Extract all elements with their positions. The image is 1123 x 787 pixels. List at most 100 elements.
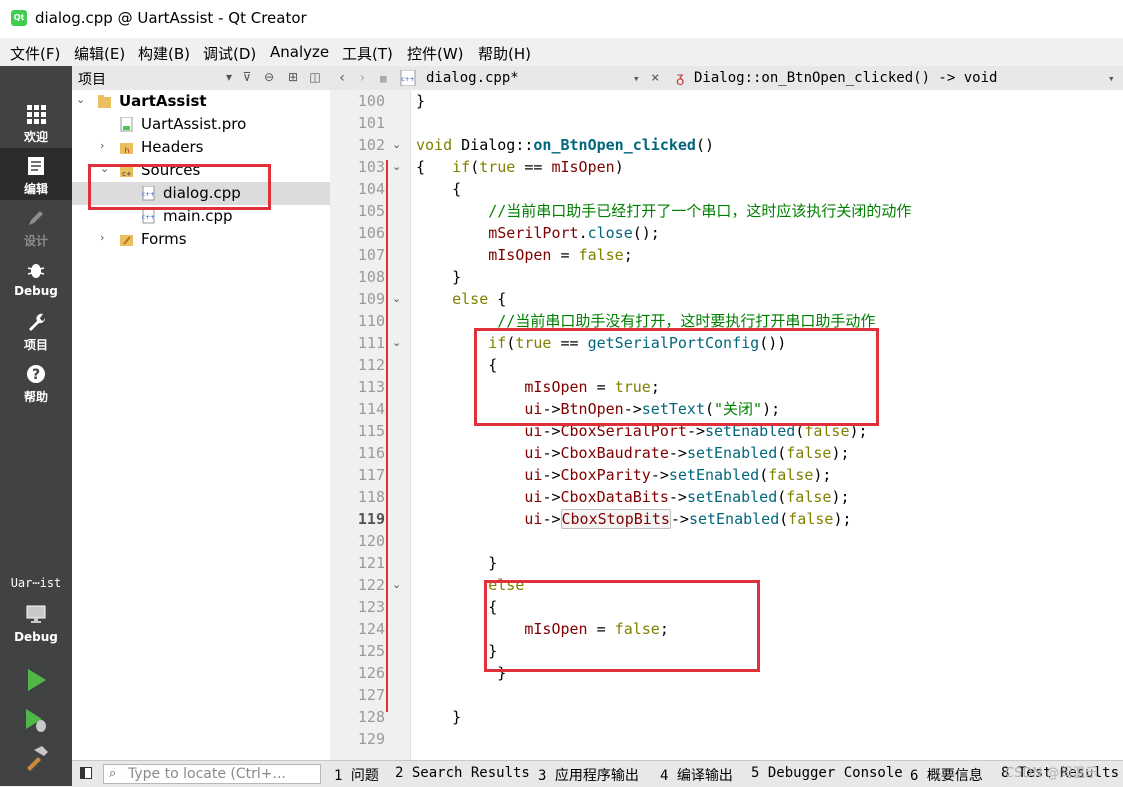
mode-selector: 欢迎 编辑 设计 Debug 项目 ? 帮助 Uar⋯ist Debug xyxy=(0,66,72,786)
run-icon[interactable] xyxy=(22,666,50,694)
menu-edit[interactable]: 编辑(E) xyxy=(74,43,125,64)
mode-label: 设计 xyxy=(23,234,48,248)
code-line: ui->CboxStopBits->setEnabled(false); xyxy=(524,509,852,529)
line-number: 124 xyxy=(357,620,385,638)
menu-controls[interactable]: 控件(W) xyxy=(407,43,464,64)
highlight-box-sources xyxy=(88,164,271,210)
fold-marker-icon[interactable]: ⌄ xyxy=(392,288,401,310)
code-line: mIsOpen = false; xyxy=(488,246,633,264)
mode-help[interactable]: ? 帮助 xyxy=(0,356,72,408)
nav-forward-icon[interactable]: › xyxy=(358,70,366,86)
svg-text:c++: c++ xyxy=(142,214,155,221)
lock-icon: ■ xyxy=(380,72,387,85)
line-number: 118 xyxy=(357,488,385,506)
search-icon: ⌕ xyxy=(109,766,117,781)
line-number: 110 xyxy=(357,312,385,330)
code-line: else { xyxy=(452,290,507,308)
menu-analyze[interactable]: Analyze xyxy=(270,43,329,61)
mode-label: Debug xyxy=(14,284,58,298)
symbol-selector[interactable]: Dialog::on_BtnOpen_clicked() -> void xyxy=(694,70,997,86)
link-icon[interactable]: ⊖ xyxy=(262,70,276,84)
fold-marker-icon[interactable]: ⌄ xyxy=(392,332,401,354)
output-tab-search-results[interactable]: 2 Search Results xyxy=(395,765,530,781)
output-tab-compile-output[interactable]: 4 编译输出 xyxy=(660,765,733,785)
menu-build[interactable]: 构建(B) xyxy=(138,43,190,64)
line-number: 120 xyxy=(357,532,385,550)
code-line: mSerilPort.close(); xyxy=(488,224,660,242)
close-file-icon[interactable]: × xyxy=(651,70,659,86)
mode-debug[interactable]: Debug xyxy=(0,252,72,304)
fold-marker-icon[interactable]: ⌄ xyxy=(392,574,401,596)
menu-file[interactable]: 文件(F) xyxy=(10,43,60,64)
line-number: 125 xyxy=(357,642,385,660)
tree-item-forms[interactable]: › Forms xyxy=(72,228,330,251)
output-tab-issues[interactable]: 1 问题 xyxy=(334,765,379,785)
output-tab-debugger-console[interactable]: 5 Debugger Console xyxy=(751,765,903,781)
wrench-icon xyxy=(29,313,46,331)
menu-debug[interactable]: 调试(D) xyxy=(203,43,256,64)
line-number: 102 xyxy=(357,136,385,154)
tree-item-headers[interactable]: › h Headers xyxy=(72,136,330,159)
debug-run-icon[interactable] xyxy=(22,706,50,734)
line-number-gutter: 100 101 102 103 104 105 106 107 108 109 … xyxy=(330,90,411,760)
status-bar: ⌕ Type to locate (Ctrl+... 1 问题 2 Search… xyxy=(72,760,1123,787)
line-number: 106 xyxy=(357,224,385,242)
collapsed-arrow-icon[interactable]: › xyxy=(100,139,112,152)
project-folder-icon xyxy=(98,95,111,108)
line-number: 107 xyxy=(357,246,385,264)
menu-bar: 文件(F) 编辑(E) 构建(B) 调试(D) Analyze 工具(T) 控件… xyxy=(0,38,1123,67)
mode-edit[interactable]: 编辑 xyxy=(0,148,72,200)
editor-toolbar: ‹ › ■ c++ dialog.cpp* ▾ × ᵹ Dialog::on_B… xyxy=(330,66,1123,91)
line-number-current: 119 xyxy=(357,510,385,528)
line-number: 129 xyxy=(357,730,385,748)
line-number: 114 xyxy=(357,400,385,418)
fold-marker-icon[interactable]: ⌄ xyxy=(392,156,401,178)
line-number: 111 xyxy=(357,334,385,352)
locate-placeholder: Type to locate (Ctrl+... xyxy=(128,766,286,782)
title-bar: Qt dialog.cpp @ UartAssist - Qt Creator xyxy=(0,0,1123,38)
nav-back-icon[interactable]: ‹ xyxy=(338,70,346,86)
mode-welcome[interactable]: 欢迎 xyxy=(0,96,72,148)
svg-text:?: ? xyxy=(32,367,40,383)
code-editor[interactable]: } void Dialog::on_BtnOpen_clicked(){ if(t… xyxy=(411,90,1123,760)
filter-icon[interactable]: ⊽ xyxy=(240,70,254,84)
dropdown-arrow-icon[interactable]: ▾ xyxy=(222,70,236,84)
tree-item-project[interactable]: ⌄ UartAssist xyxy=(72,90,330,113)
tree-item-label: Forms xyxy=(141,230,187,248)
code-line: } xyxy=(416,268,462,286)
split-icon[interactable]: ⊞ xyxy=(286,70,300,84)
pen-icon xyxy=(29,211,43,225)
headers-folder-icon: h xyxy=(120,143,133,155)
locate-input[interactable]: ⌕ Type to locate (Ctrl+... xyxy=(103,764,321,784)
window-title: dialog.cpp @ UartAssist - Qt Creator xyxy=(35,9,307,27)
collapsed-arrow-icon[interactable]: › xyxy=(100,231,112,244)
help-icon: ? xyxy=(27,365,45,383)
svg-text:c++: c++ xyxy=(401,76,414,83)
kit-selector[interactable]: Debug xyxy=(0,596,72,648)
code-line: ui->CboxBaudrate->setEnabled(false); xyxy=(524,444,850,462)
code-line: //当前串口助手已经打开了一个串口，这时应该执行关闭的动作 xyxy=(488,202,912,220)
monitor-icon xyxy=(26,605,46,623)
close-panel-icon[interactable]: ◫ xyxy=(308,70,322,84)
line-number: 108 xyxy=(357,268,385,286)
line-number: 100 xyxy=(357,92,385,110)
symbol-dropdown-icon[interactable]: ▾ xyxy=(1108,72,1115,85)
menu-tools[interactable]: 工具(T) xyxy=(342,43,393,64)
qt-logo-icon: Qt xyxy=(11,10,27,26)
output-tab-general-messages[interactable]: 6 概要信息 xyxy=(910,765,983,785)
editor-file-tab[interactable]: dialog.cpp* xyxy=(426,70,519,86)
tree-item-pro-file[interactable]: UartAssist.pro xyxy=(72,113,330,136)
output-tab-app-output[interactable]: 3 应用程序输出 xyxy=(538,765,639,785)
kit-target-name: Uar⋯ist xyxy=(10,576,62,590)
mode-design[interactable]: 设计 xyxy=(0,200,72,252)
menu-help[interactable]: 帮助(H) xyxy=(478,43,531,64)
toggle-sidebar-icon[interactable] xyxy=(80,767,92,779)
file-dropdown-icon[interactable]: ▾ xyxy=(633,72,640,85)
build-hammer-icon[interactable] xyxy=(22,744,50,772)
fold-marker-icon[interactable]: ⌄ xyxy=(392,134,401,156)
mode-label: 编辑 xyxy=(23,182,48,196)
project-panel-header: 项目 ▾ ⊽ ⊖ ⊞ ◫ xyxy=(72,66,330,91)
expand-arrow-icon[interactable]: ⌄ xyxy=(76,93,88,106)
mode-projects[interactable]: 项目 xyxy=(0,304,72,356)
symbol-icon: ᵹ xyxy=(676,70,685,86)
